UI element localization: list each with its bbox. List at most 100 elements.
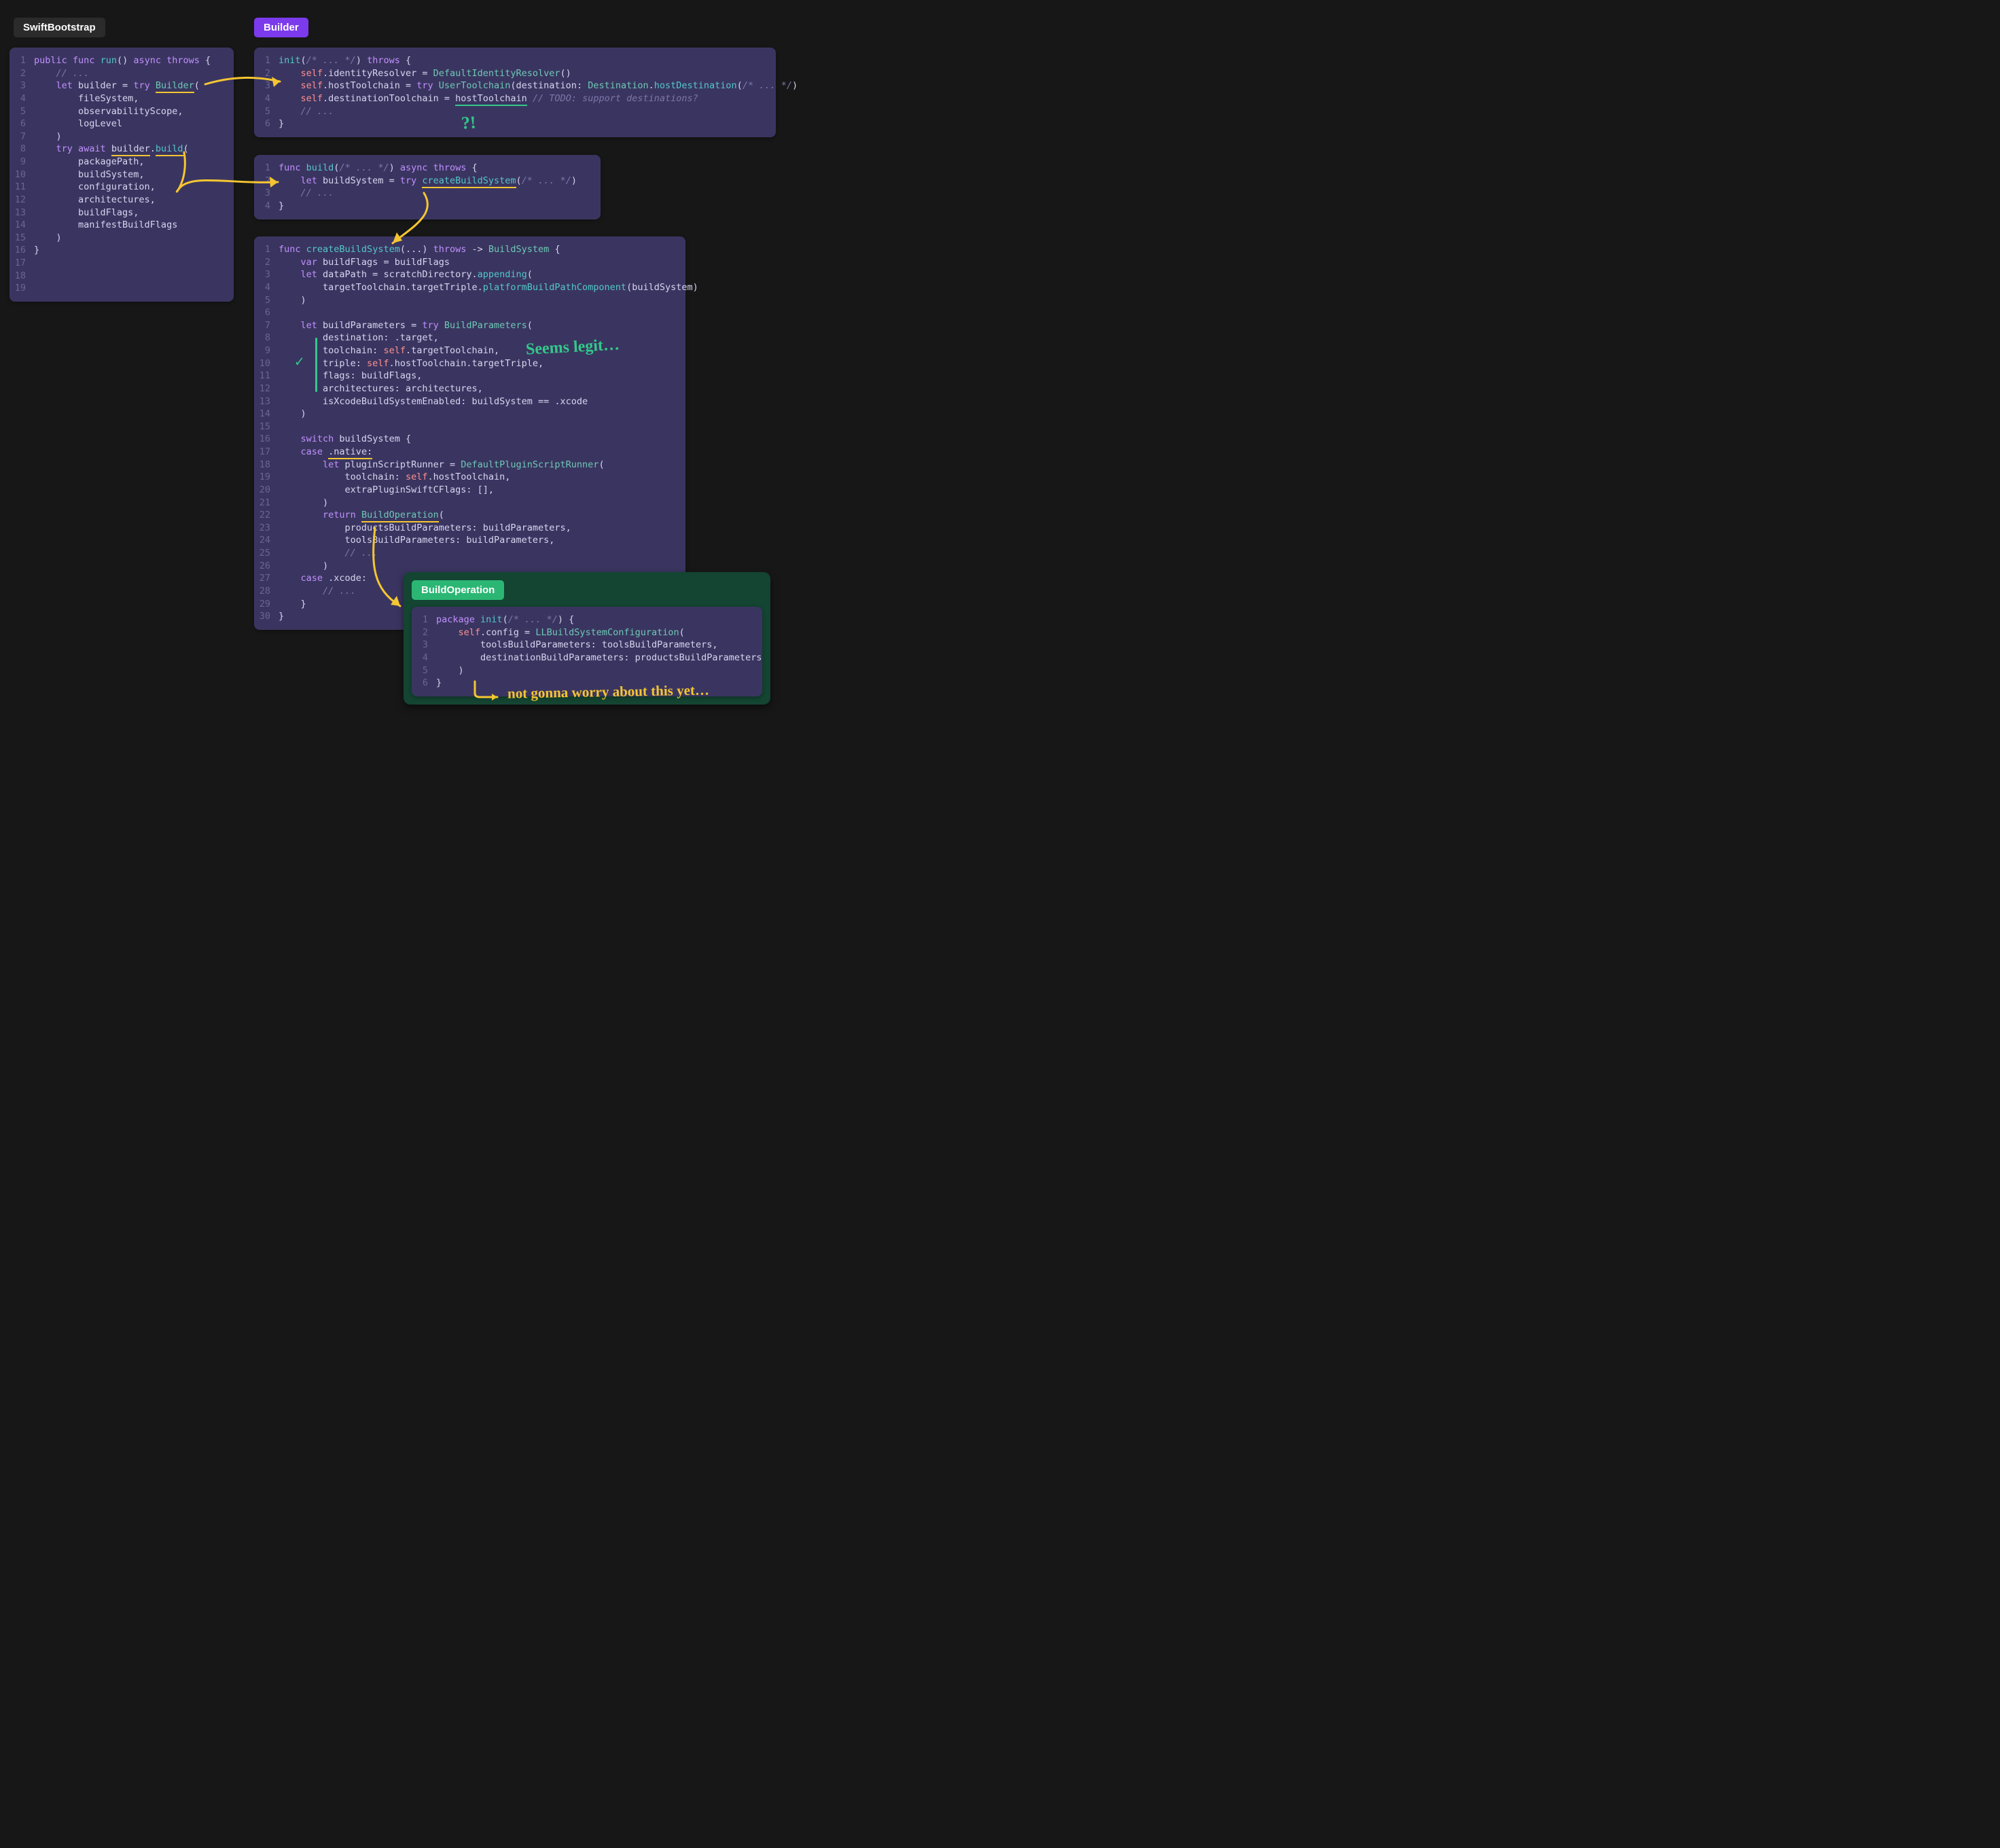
line-number: 2 [416, 626, 436, 639]
line-number: 4 [258, 281, 279, 294]
code-text: flags: buildFlags, [279, 370, 676, 383]
line-number: 8 [258, 332, 279, 344]
code-line: 9 packagePath, [14, 156, 224, 168]
code-line: 15 ) [14, 232, 224, 245]
code-line: 12 architectures, [14, 194, 224, 207]
line-number: 14 [14, 219, 34, 232]
code-text: public func run() async throws { [34, 54, 224, 67]
code-text: observabilityScope, [34, 105, 224, 118]
tab-build-operation[interactable]: BuildOperation [412, 580, 504, 600]
code-text: ) [34, 130, 224, 143]
line-number: 1 [258, 243, 279, 256]
line-number: 5 [416, 664, 436, 677]
line-number: 3 [258, 79, 279, 92]
code-line: 6 [258, 306, 676, 319]
line-number: 23 [258, 522, 279, 535]
code-line: 17 case .native: [258, 446, 676, 459]
code-text [34, 257, 224, 270]
line-number: 26 [258, 560, 279, 573]
line-number: 21 [258, 497, 279, 510]
code-line: 2 let buildSystem = try createBuildSyste… [258, 175, 591, 188]
code-line: 21 ) [258, 497, 676, 510]
code-line: 13 buildFlags, [14, 207, 224, 219]
line-number: 18 [258, 459, 279, 472]
line-number: 6 [258, 306, 279, 319]
code-text: switch buildSystem { [279, 433, 676, 446]
line-number: 13 [258, 395, 279, 408]
line-number: 19 [258, 471, 279, 484]
line-number: 11 [14, 181, 34, 194]
code-panel-build-operation: 1package init(/* ... */) {2 self.config … [412, 607, 762, 696]
line-number: 14 [258, 408, 279, 421]
line-number: 3 [14, 79, 34, 92]
line-number: 15 [258, 421, 279, 433]
line-number: 1 [14, 54, 34, 67]
tab-label: Builder [264, 22, 299, 33]
line-number: 9 [258, 344, 279, 357]
code-line: 14 ) [258, 408, 676, 421]
code-text: // ... [279, 187, 591, 200]
line-number: 8 [14, 143, 34, 156]
line-number: 19 [14, 282, 34, 295]
line-number: 4 [258, 200, 279, 213]
line-number: 10 [14, 168, 34, 181]
code-text: } [436, 677, 753, 690]
code-line: 8 try await builder.build( [14, 143, 224, 156]
code-text: architectures: architectures, [279, 383, 676, 395]
line-number: 5 [258, 294, 279, 307]
code-text [279, 421, 676, 433]
code-line: 3 self.hostToolchain = try UserToolchain… [258, 79, 766, 92]
code-text: buildFlags, [34, 207, 224, 219]
code-text: let dataPath = scratchDirectory.appendin… [279, 268, 676, 281]
code-line: 14 manifestBuildFlags [14, 219, 224, 232]
line-number: 4 [416, 652, 436, 664]
code-text: func build(/* ... */) async throws { [279, 162, 591, 175]
code-line: 1init(/* ... */) throws { [258, 54, 766, 67]
code-line: 11 configuration, [14, 181, 224, 194]
code-text: toolchain: self.hostToolchain, [279, 471, 676, 484]
code-line: 24 toolsBuildParameters: buildParameters… [258, 534, 676, 547]
code-line: 16} [14, 244, 224, 257]
line-number: 2 [258, 256, 279, 269]
code-text: targetToolchain.targetTriple.platformBui… [279, 281, 698, 294]
code-text: package init(/* ... */) { [436, 614, 753, 626]
code-line: 19 [14, 282, 224, 295]
code-line: 4 destinationBuildParameters: productsBu… [416, 652, 753, 664]
line-number: 1 [258, 54, 279, 67]
code-text: return BuildOperation( [279, 509, 676, 522]
line-number: 5 [258, 105, 279, 118]
code-text: self.config = LLBuildSystemConfiguration… [436, 626, 753, 639]
code-text: self.identityResolver = DefaultIdentityR… [279, 67, 766, 80]
tab-label: SwiftBootstrap [23, 22, 96, 33]
line-number: 27 [258, 572, 279, 585]
code-text: toolchain: self.targetToolchain, [279, 344, 676, 357]
line-number: 6 [258, 118, 279, 130]
line-number: 3 [258, 268, 279, 281]
code-text: let buildParameters = try BuildParameter… [279, 319, 676, 332]
code-line: 1package init(/* ... */) { [416, 614, 753, 626]
tab-builder[interactable]: Builder [254, 18, 308, 37]
code-panel-builder-build: 1func build(/* ... */) async throws {2 l… [254, 155, 601, 219]
code-text: // ... [279, 105, 766, 118]
line-number: 6 [14, 118, 34, 130]
code-line: 1func createBuildSystem(...) throws -> B… [258, 243, 676, 256]
code-text: case .native: [279, 446, 676, 459]
code-text: // ... [34, 67, 224, 80]
tab-swift-bootstrap[interactable]: SwiftBootstrap [14, 18, 105, 37]
line-number: 16 [258, 433, 279, 446]
code-text: configuration, [34, 181, 224, 194]
line-number: 7 [258, 319, 279, 332]
line-number: 12 [258, 383, 279, 395]
code-line: 18 [14, 270, 224, 283]
line-number: 15 [14, 232, 34, 245]
code-text: var buildFlags = buildFlags [279, 256, 676, 269]
code-line: 6} [416, 677, 753, 690]
code-line: 6} [258, 118, 766, 130]
code-line: 2 self.config = LLBuildSystemConfigurati… [416, 626, 753, 639]
code-text: productsBuildParameters: buildParameters… [279, 522, 676, 535]
line-number: 16 [14, 244, 34, 257]
code-line: 8 destination: .target, [258, 332, 676, 344]
line-number: 3 [416, 639, 436, 652]
line-number: 28 [258, 585, 279, 598]
line-number: 17 [14, 257, 34, 270]
